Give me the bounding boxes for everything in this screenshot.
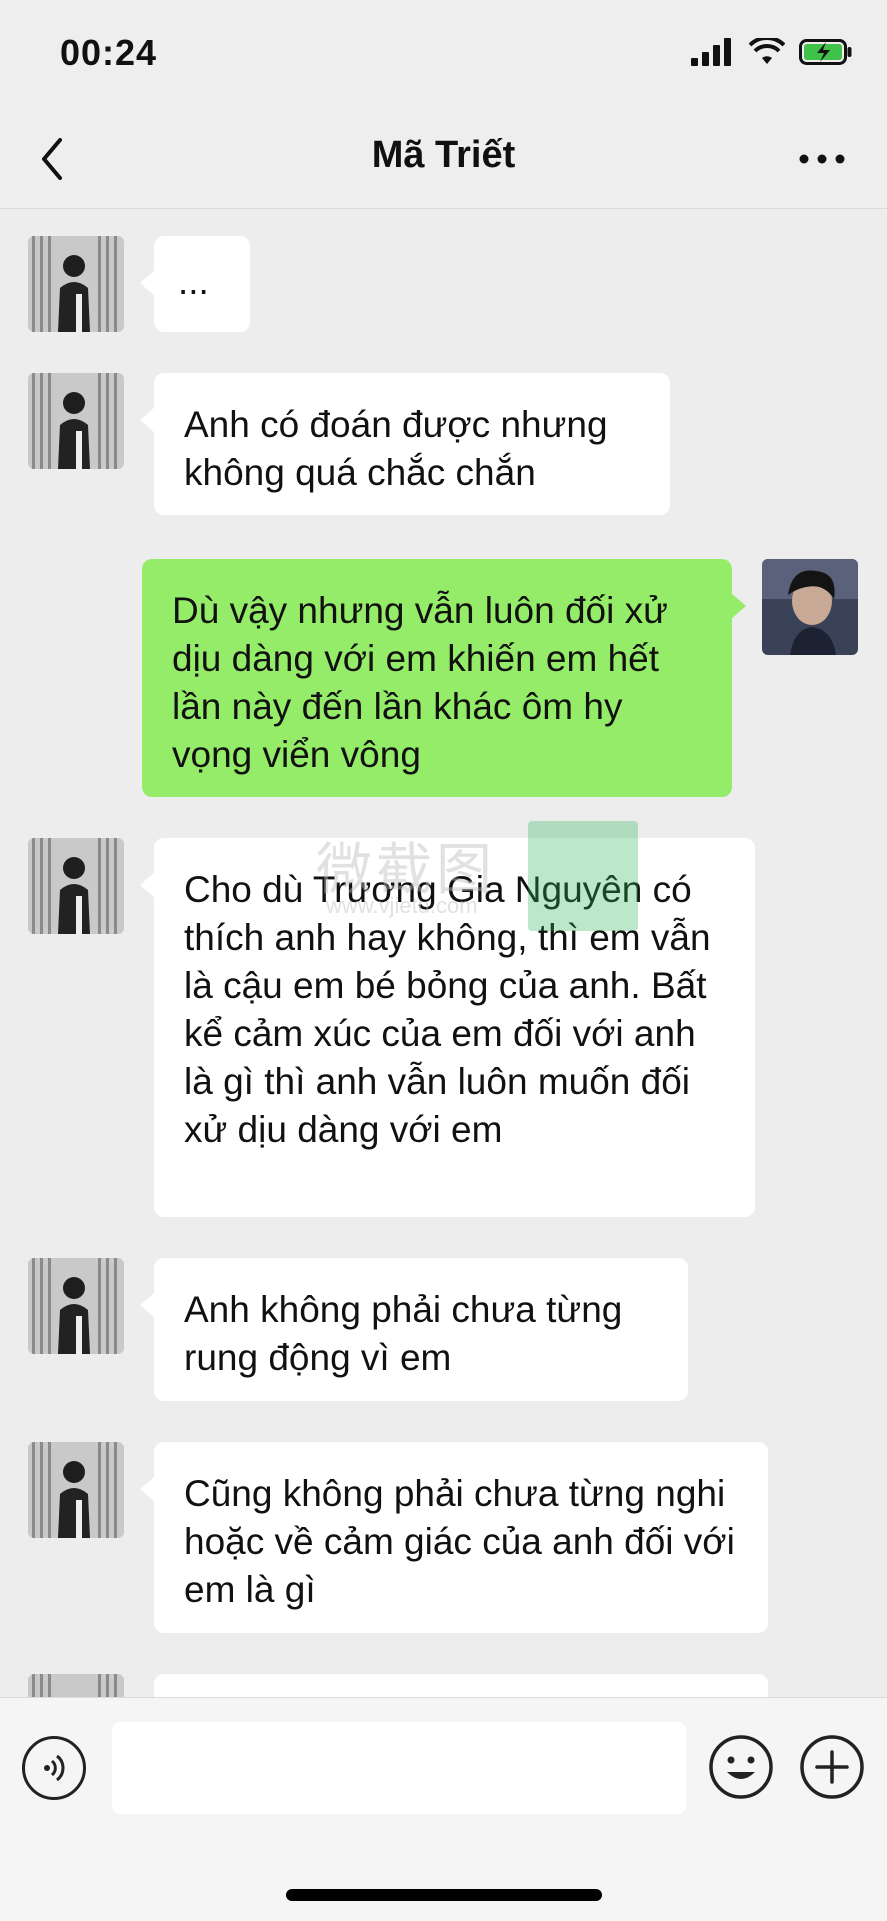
home-indicator	[286, 1889, 602, 1901]
contact-avatar[interactable]	[28, 1674, 124, 1697]
message-bubble-outgoing[interactable]: Dù vậy nhưng vẫn luôn đối xử dịu dàng vớ…	[142, 559, 746, 797]
voice-button[interactable]	[22, 1736, 86, 1800]
self-avatar[interactable]	[762, 559, 858, 655]
message-bubble-incoming[interactable]: ...	[140, 236, 250, 332]
more-dots-icon[interactable]	[797, 144, 847, 174]
contact-avatar[interactable]	[28, 838, 124, 934]
status-icons	[691, 38, 853, 66]
wifi-icon	[749, 38, 785, 64]
voice-icon	[44, 1754, 65, 1782]
battery-charging-icon	[799, 39, 852, 65]
message-input[interactable]	[112, 1722, 686, 1814]
chat-title: Mã Triết	[371, 134, 516, 176]
status-bar: 00:24	[0, 0, 887, 110]
status-time: 00:24	[60, 32, 158, 73]
contact-avatar[interactable]	[28, 1258, 124, 1354]
message-bubble-incoming[interactable]: Anh có đoán được nhưng không quá chắc ch…	[140, 373, 670, 515]
plus-icon[interactable]	[799, 1734, 865, 1800]
message-input-bar	[0, 1697, 887, 1921]
emoji-icon[interactable]	[708, 1734, 774, 1800]
contact-avatar[interactable]	[28, 236, 124, 332]
contact-avatar[interactable]	[28, 373, 124, 469]
chat-message-list[interactable]: ... Anh có đoán được nhưng không quá chắ…	[0, 209, 887, 1697]
contact-avatar[interactable]	[28, 1442, 124, 1538]
chat-header: Mã Triết	[0, 110, 887, 209]
message-bubble-incoming[interactable]: Cho dù Trương Gia Nguyên có thích anh ha…	[140, 838, 755, 1217]
message-bubble-incoming[interactable]: Anh không phải chưa từng rung động vì em	[140, 1258, 688, 1401]
message-bubble-incoming[interactable]	[154, 1674, 768, 1697]
message-bubble-incoming[interactable]: Cũng không phải chưa từng nghi hoặc về c…	[140, 1442, 768, 1633]
signal-icon	[691, 38, 731, 66]
